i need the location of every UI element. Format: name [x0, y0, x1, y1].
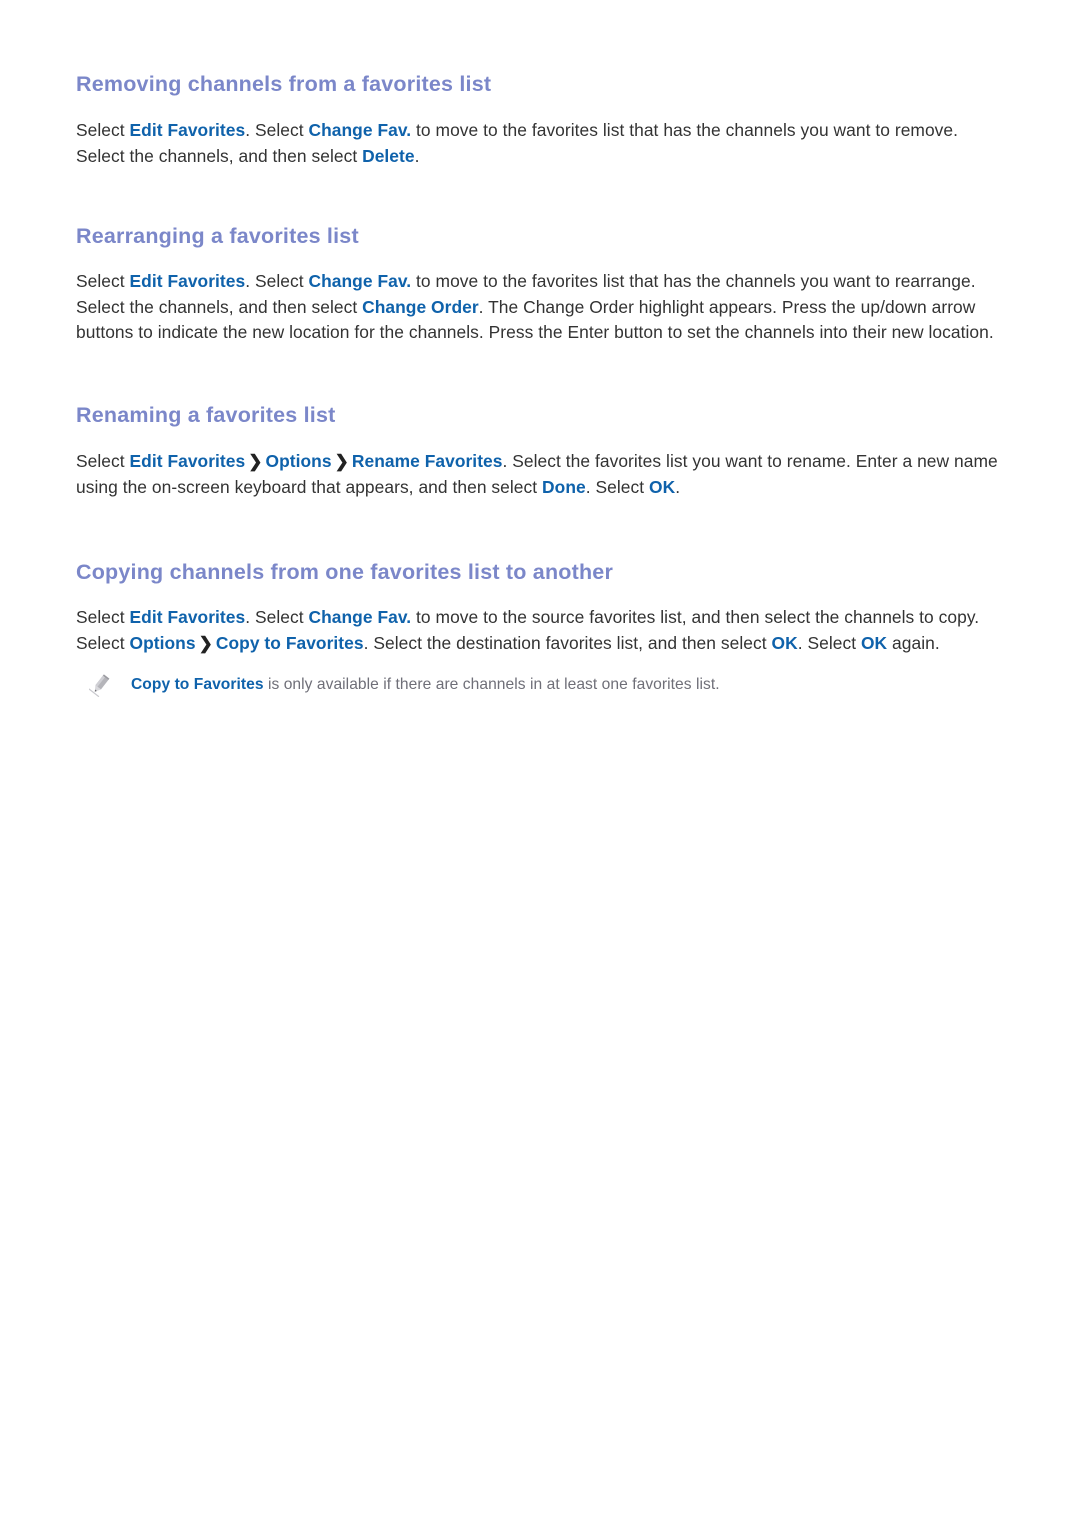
link-delete[interactable]: Delete [362, 146, 415, 166]
link-options[interactable]: Options [266, 451, 332, 471]
link-edit-favorites[interactable]: Edit Favorites [130, 451, 246, 471]
link-rename-favorites[interactable]: Rename Favorites [352, 451, 503, 471]
link-done[interactable]: Done [542, 477, 586, 497]
section-removing-channels: Removing channels from a favorites list … [76, 60, 1002, 169]
text-fragment: is only available if there are channels … [263, 676, 720, 694]
paragraph-renaming-favorites: Select Edit Favorites ❯ Options ❯ Rename Fav… [76, 449, 1002, 500]
chevron-right-icon: ❯ [198, 633, 213, 653]
text-fragment: Select [76, 120, 130, 140]
document-page: Removing channels from a favorites list … [0, 0, 1080, 1527]
page-title-copying-channels: Copying channels from one favorites list… [76, 560, 614, 585]
link-ok[interactable]: OK [772, 633, 798, 653]
pencil-icon [88, 673, 111, 698]
section-renaming-favorites: Renaming a favorites list Select Edit Fa… [76, 346, 1002, 500]
link-edit-favorites[interactable]: Edit Favorites [130, 120, 246, 140]
paragraph-copying-channels: Select Edit Favorites. Select Change Fav… [76, 605, 1002, 656]
section-copying-channels: Copying channels from one favorites list… [76, 500, 1002, 698]
text-fragment: . [414, 145, 420, 166]
text-fragment: . Select [585, 476, 650, 497]
text-fragment: Select [76, 271, 130, 292]
chevron-right-icon: ❯ [248, 451, 263, 471]
link-edit-favorites[interactable]: Edit Favorites [130, 607, 246, 627]
note-text: Copy to Favorites is only available if t… [131, 673, 720, 696]
text-fragment: Select [76, 450, 130, 471]
link-edit-favorites[interactable]: Edit Favorites [130, 271, 246, 291]
link-options[interactable]: Options [130, 633, 196, 653]
text-fragment: . Select [245, 271, 309, 292]
link-change-fav[interactable]: Change Fav. [309, 607, 412, 627]
page-title-rearranging-favorites: Rearranging a favorites list [76, 224, 359, 249]
link-ok[interactable]: OK [649, 477, 675, 497]
link-change-fav[interactable]: Change Fav. [309, 271, 412, 291]
chevron-right-icon: ❯ [334, 451, 349, 471]
page-title-removing-channels: Removing channels from a favorites list [76, 72, 492, 96]
link-ok[interactable]: OK [861, 633, 887, 653]
link-change-order[interactable]: Change Order [362, 297, 479, 317]
text-fragment: . Select [797, 632, 861, 653]
note-copy-to-favorites: Copy to Favorites is only available if t… [76, 673, 1002, 698]
text-fragment: . Select [245, 120, 309, 140]
text-fragment: again. [887, 632, 940, 653]
link-copy-to-favorites[interactable]: Copy to Favorites [131, 676, 264, 693]
link-change-fav[interactable]: Change Fav. [309, 120, 412, 140]
page-title-renaming-favorites: Renaming a favorites list [76, 402, 336, 427]
link-copy-to-favorites[interactable]: Copy to Favorites [216, 633, 364, 653]
paragraph-removing-channels: Select Edit Favorites. Select Change Fav… [76, 118, 1002, 169]
section-rearranging-favorites: Rearranging a favorites list Select Edit… [76, 169, 1002, 346]
text-fragment: Select [76, 607, 130, 628]
paragraph-rearranging-favorites: Select Edit Favorites. Select Change Fav… [76, 269, 1002, 346]
text-fragment: . Select [245, 607, 309, 628]
text-fragment: . Select the destination favorites list,… [363, 632, 772, 653]
text-fragment: . [675, 476, 681, 497]
